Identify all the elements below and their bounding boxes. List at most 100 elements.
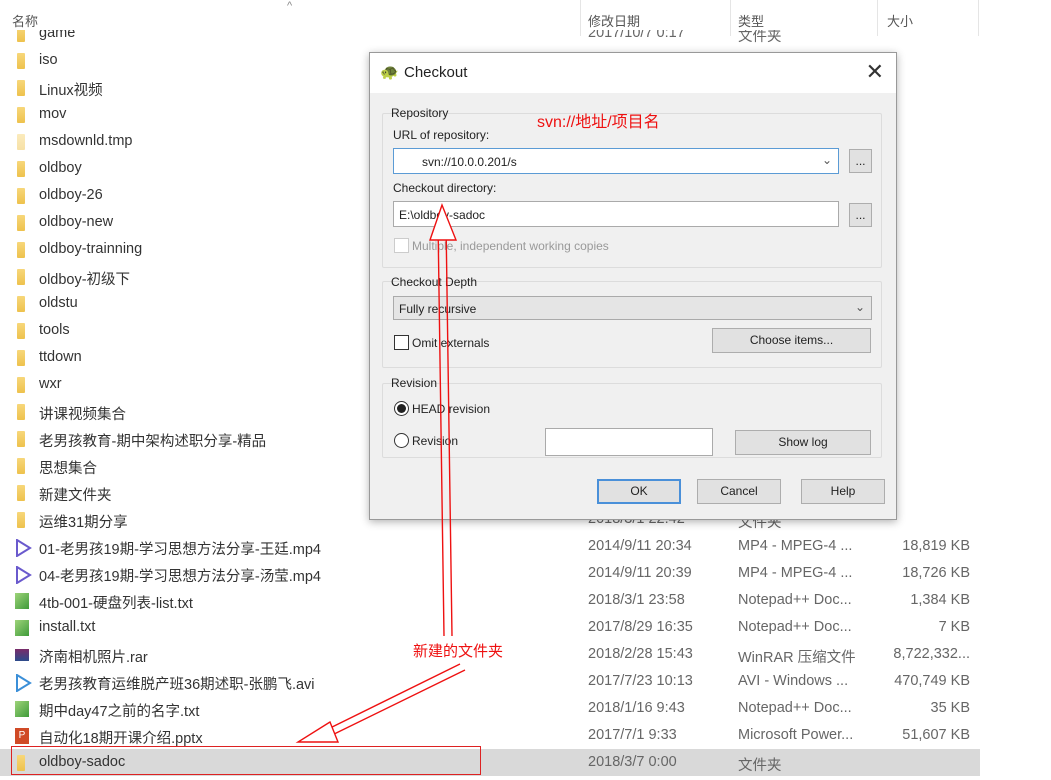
file-date: 2017/7/23 10:13 — [588, 673, 693, 689]
file-size: 470,749 KB — [894, 673, 970, 689]
file-row[interactable]: P 自动化18期开课介绍.pptx 2017/7/1 9:33 Microsoft P… — [0, 722, 980, 749]
column-date[interactable]: 修改日期 — [588, 11, 640, 30]
revision-group-label: Revision — [391, 376, 438, 390]
depth-group — [382, 281, 882, 368]
file-name: 老男孩教育运维脱产班36期述职-张鹏飞.avi — [39, 677, 315, 693]
head-revision-label: HEAD revision — [412, 402, 491, 416]
folder-icon — [17, 377, 25, 393]
file-name: oldboy-trainning — [39, 241, 143, 257]
video-blue-icon — [15, 673, 32, 693]
dir-value: E:\oldboy-sadoc — [399, 208, 486, 222]
url-combobox[interactable]: svn://10.0.0.201/s ⌄ — [393, 148, 839, 174]
file-name: 济南相机照片.rar — [39, 650, 148, 666]
folder-icon — [17, 323, 25, 339]
rar-icon — [15, 649, 29, 661]
file-name: 期中day47之前的名字.txt — [39, 704, 200, 720]
file-date: 2018/3/7 0:00 — [588, 754, 677, 770]
folder-icon — [17, 512, 25, 528]
omit-externals-label: Omit externals — [412, 336, 490, 350]
video-icon — [15, 565, 32, 585]
file-name: 运维31期分享 — [39, 515, 128, 531]
file-name: oldboy-初级下 — [39, 272, 131, 288]
file-size: 51,607 KB — [902, 727, 970, 743]
help-button[interactable]: Help — [801, 479, 885, 504]
folder-icon — [17, 404, 25, 420]
notepad-icon — [15, 701, 29, 717]
cancel-button[interactable]: Cancel — [697, 479, 781, 504]
column-type[interactable]: 类型 — [738, 11, 764, 30]
column-name[interactable]: 名称 — [12, 11, 38, 30]
file-name: msdownld.tmp — [39, 133, 133, 149]
column-divider[interactable] — [730, 0, 731, 36]
file-name: mov — [39, 106, 67, 122]
browse-url-button[interactable]: ... — [849, 149, 872, 173]
folder-icon — [17, 431, 25, 447]
file-row[interactable]: 4tb-001-硬盘列表-list.txt 2018/3/1 23:58 Notep… — [0, 587, 980, 614]
folder-light-icon — [17, 134, 25, 150]
file-type: MP4 - MPEG-4 ... — [738, 538, 853, 554]
file-type: Notepad++ Doc... — [738, 700, 852, 716]
file-type: 文件夹 — [738, 758, 782, 774]
file-name: 老男孩教育-期中架构述职分享-精品 — [39, 434, 267, 450]
folder-icon — [17, 53, 25, 69]
close-icon[interactable]: ✕ — [866, 59, 884, 85]
file-name: 讲课视频集合 — [39, 407, 126, 423]
file-name: install.txt — [39, 619, 96, 635]
file-name: 思想集合 — [39, 461, 97, 477]
omit-externals-checkbox[interactable] — [394, 335, 409, 350]
chevron-down-icon[interactable]: ⌄ — [855, 300, 865, 314]
folder-icon — [17, 215, 25, 231]
multiple-copies-label: Multiple, independent working copies — [412, 239, 609, 253]
folder-icon — [17, 242, 25, 258]
column-size[interactable]: 大小 — [887, 11, 913, 30]
file-name: oldboy — [39, 160, 82, 176]
head-revision-radio[interactable] — [394, 401, 409, 416]
depth-select[interactable]: Fully recursive ⌄ — [393, 296, 872, 320]
column-header: 名称 ^ 修改日期 类型 大小 — [0, 0, 1051, 36]
new-folder-annotation: 新建的文件夹 — [413, 643, 504, 660]
folder-icon — [17, 458, 25, 474]
file-size: 18,726 KB — [902, 565, 970, 581]
revision-radio[interactable] — [394, 433, 409, 448]
file-name: 01-老男孩19期-学习思想方法分享-王廷.mp4 — [39, 542, 321, 558]
file-size: 8,722,332... — [893, 646, 970, 662]
file-size: 18,819 KB — [902, 538, 970, 554]
file-row[interactable]: 04-老男孩19期-学习思想方法分享-汤莹.mp4 2014/9/11 20:39… — [0, 560, 980, 587]
folder-icon — [17, 80, 25, 96]
notepad-icon — [15, 593, 29, 609]
file-date: 2017/8/29 16:35 — [588, 619, 693, 635]
file-row[interactable]: 01-老男孩19期-学习思想方法分享-王廷.mp4 2014/9/11 20:34… — [0, 533, 980, 560]
revision-input[interactable] — [545, 428, 713, 456]
revision-label: Revision — [412, 434, 459, 448]
file-date: 2014/9/11 20:34 — [588, 538, 692, 554]
file-date: 2018/1/16 9:43 — [588, 700, 685, 716]
multiple-copies-checkbox[interactable] — [394, 238, 409, 253]
ok-button[interactable]: OK — [597, 479, 681, 504]
file-name: iso — [39, 52, 58, 68]
browse-dir-button[interactable]: ... — [849, 203, 872, 227]
file-name: oldstu — [39, 295, 78, 311]
file-row[interactable]: 期中day47之前的名字.txt 2018/1/16 9:43 Notepad++ … — [0, 695, 980, 722]
checkout-directory-input[interactable]: E:\oldboy-sadoc — [393, 201, 839, 227]
file-row[interactable]: install.txt 2017/8/29 16:35 Notepad++ Doc.… — [0, 614, 980, 641]
file-row[interactable]: 老男孩教育运维脱产班36期述职-张鹏飞.avi 2017/7/23 10:13 AV… — [0, 668, 980, 695]
choose-items-button[interactable]: Choose items... — [712, 328, 871, 353]
chevron-down-icon[interactable]: ⌄ — [822, 153, 832, 167]
file-date: 2014/9/11 20:39 — [588, 565, 692, 581]
dir-label: Checkout directory: — [393, 181, 497, 195]
folder-icon — [17, 350, 25, 366]
column-divider[interactable] — [978, 0, 979, 36]
folder-icon — [17, 107, 25, 123]
notepad-icon — [15, 620, 29, 636]
column-divider[interactable] — [580, 0, 581, 36]
show-log-button[interactable]: Show log — [735, 430, 871, 455]
file-date: 2018/2/28 15:43 — [588, 646, 693, 662]
column-divider[interactable] — [877, 0, 878, 36]
dialog-titlebar[interactable]: 🐢 Checkout ✕ — [370, 53, 896, 93]
file-name: tools — [39, 322, 70, 338]
file-type: MP4 - MPEG-4 ... — [738, 565, 853, 581]
file-name: 新建文件夹 — [39, 488, 112, 504]
file-size: 35 KB — [930, 700, 971, 716]
file-date: 2018/3/1 23:58 — [588, 592, 685, 608]
folder-icon — [17, 188, 25, 204]
